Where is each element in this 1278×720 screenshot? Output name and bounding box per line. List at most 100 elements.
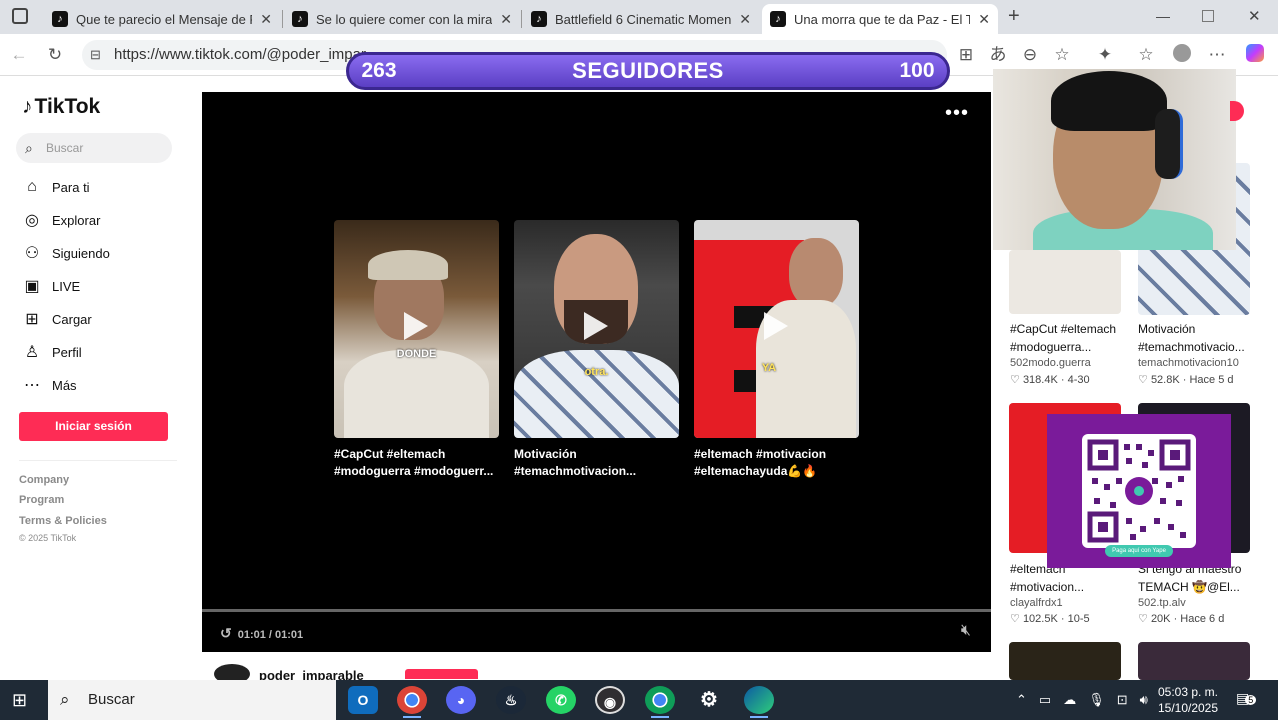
nav-label: Explorar <box>52 212 101 228</box>
browser-tab-strip: ♪ Que te parecio el Mensaje de Fra ✕ ♪ S… <box>0 0 1278 34</box>
cap-figure <box>368 250 448 280</box>
minimize-icon[interactable]: — <box>1156 8 1170 24</box>
tiktok-favicon-icon: ♪ <box>531 11 547 27</box>
microphone-icon[interactable]: 🎙︎ <box>1088 692 1105 708</box>
replay-icon[interactable]: ↺ <box>220 625 232 641</box>
favorites-icon[interactable]: ☆ <box>1135 44 1157 66</box>
nav-label: Más <box>52 377 77 393</box>
show-hidden-icons-icon[interactable]: ⌃ <box>1016 692 1027 708</box>
close-tab-icon[interactable]: ✕ <box>500 11 512 28</box>
chrome-profile-icon[interactable] <box>645 686 675 718</box>
profile-avatar-icon[interactable] <box>1171 44 1193 66</box>
post-date: 4-30 <box>1067 374 1090 386</box>
likes-count: 102.5K <box>1022 613 1058 625</box>
shirt-figure <box>344 350 489 438</box>
back-icon[interactable]: ← <box>8 44 30 66</box>
copilot-icon[interactable] <box>1244 44 1266 66</box>
new-tab-icon[interactable]: + <box>1008 5 1020 28</box>
nav-explorar[interactable]: ◎ Explorar <box>22 208 100 232</box>
related-video-title[interactable]: #CapCut #eltemach #modoguerra... <box>1010 320 1130 356</box>
qr-code <box>1082 434 1196 548</box>
nav-mas[interactable]: ⋯ Más <box>22 373 77 397</box>
tab-0[interactable]: ♪ Que te parecio el Mensaje de Fra ✕ <box>44 4 280 34</box>
suggested-video-thumbnail[interactable]: otra. <box>514 220 679 438</box>
related-video-author[interactable]: 502.tp.alv <box>1138 597 1186 609</box>
suggested-video-thumbnail[interactable]: DONDE <box>334 220 499 438</box>
network-icon[interactable]: ⊡ <box>1117 692 1128 708</box>
notifications-icon[interactable]: ▤5 <box>1236 690 1257 707</box>
obs-icon[interactable]: ◉ <box>595 686 625 714</box>
translate-icon[interactable]: あ <box>987 44 1009 66</box>
tab-1[interactable]: ♪ Se lo quiere comer con la mirada ✕ <box>284 4 520 34</box>
chrome-icon[interactable] <box>397 686 427 718</box>
apps-icon[interactable]: ⊞ <box>955 44 977 66</box>
tiktok-logo[interactable]: ♪TikTok <box>22 95 100 119</box>
related-video-thumbnail[interactable] <box>1009 642 1121 680</box>
video-player[interactable]: ••• DONDE #CapCut #eltemach #modoguerra … <box>202 92 991 652</box>
close-window-icon[interactable]: ✕ <box>1248 7 1261 25</box>
edge-icon[interactable] <box>744 686 774 718</box>
likes-count: 318.4K <box>1022 374 1058 386</box>
footer-company-link[interactable]: Company <box>19 474 69 486</box>
settings-gear-icon[interactable]: ⚙ <box>694 686 724 714</box>
home-icon: ⌂ <box>27 178 37 195</box>
suggested-video-title[interactable]: #eltemach #motivacion #eltemachayuda💪🔥 <box>694 446 864 480</box>
battery-icon[interactable]: ▭ <box>1039 692 1051 708</box>
suggested-video-title[interactable]: #CapCut #eltemach #modoguerra #modoguerr… <box>334 446 504 480</box>
login-button[interactable]: Iniciar sesión <box>19 412 168 441</box>
reload-icon[interactable]: ↻ <box>44 44 66 66</box>
footer-terms-link[interactable]: Terms & Policies <box>19 515 107 527</box>
footer-program-link[interactable]: Program <box>19 494 64 506</box>
close-tab-icon[interactable]: ✕ <box>260 11 272 28</box>
steam-icon[interactable]: ♨ <box>496 686 526 714</box>
thumbnail-caption: otra. <box>584 366 609 378</box>
restore-icon[interactable] <box>1202 10 1214 22</box>
heart-icon: ♡ <box>1138 374 1148 386</box>
follow-button[interactable] <box>405 669 478 679</box>
related-video-thumbnail[interactable] <box>1009 250 1121 314</box>
nav-siguiendo[interactable]: ⚇ Siguiendo <box>22 241 110 265</box>
tab-2[interactable]: ♪ Battlefield 6 Cinematic Moments ✕ <box>523 4 759 34</box>
play-icon <box>404 312 428 340</box>
suggested-video-title[interactable]: Motivación #temachmotivacion... <box>514 446 684 480</box>
taskbar-search-input[interactable]: ⌕ Buscar <box>48 680 336 720</box>
whatsapp-icon[interactable]: ✆ <box>546 686 576 714</box>
nav-live[interactable]: ▣ LIVE <box>22 274 80 298</box>
volume-muted-icon[interactable]: 🔇︎ <box>961 622 971 640</box>
windows-taskbar: ⊞ ⌕ Buscar O ◕ ♨ ✆ ◉ ⚙ ⌃ ▭ ☁ 🎙︎ ⊡ 🔊︎ 05:… <box>0 680 1278 720</box>
favorite-star-icon[interactable]: ☆ <box>1051 44 1073 66</box>
nav-label: Cargar <box>52 311 92 327</box>
nav-para-ti[interactable]: ⌂ Para ti <box>22 175 90 199</box>
related-video-author[interactable]: 502modo.guerra <box>1010 357 1091 369</box>
nav-label: Para ti <box>52 179 90 195</box>
tab-3-active[interactable]: ♪ Una morra que te da Paz - El Tem ✕ <box>762 4 998 34</box>
nav-perfil[interactable]: ♙ Perfil <box>22 340 82 364</box>
tab-actions-icon[interactable] <box>12 8 28 24</box>
related-video-author[interactable]: temachmotivacion10 <box>1138 357 1239 369</box>
cloud-icon[interactable]: ☁ <box>1063 692 1076 708</box>
zoom-icon[interactable]: ⊖ <box>1019 44 1041 66</box>
site-info-icon[interactable]: ⊟ <box>90 40 101 70</box>
settings-menu-icon[interactable]: ⋯ <box>1206 44 1228 66</box>
close-tab-icon[interactable]: ✕ <box>739 11 751 28</box>
extensions-icon[interactable]: ✦ <box>1094 44 1116 66</box>
progress-bar[interactable] <box>202 609 991 612</box>
suggested-video-thumbnail[interactable]: YA <box>694 220 859 438</box>
notification-count: 5 <box>1245 695 1257 705</box>
volume-icon[interactable]: 🔊︎ <box>1140 692 1148 708</box>
outlook-icon[interactable]: O <box>348 686 378 714</box>
nav-cargar[interactable]: ⊞ Cargar <box>22 307 92 331</box>
discord-icon[interactable]: ◕ <box>446 686 476 714</box>
followers-current: 263 <box>361 59 397 82</box>
taskbar-clock[interactable]: 05:03 p. m. 15/10/2025 <box>1152 684 1224 716</box>
related-video-title[interactable]: Motivación #temachmotivacio... <box>1138 320 1258 356</box>
search-input[interactable]: ⌕ Buscar <box>16 133 172 163</box>
related-video-stats: ♡ 102.5K · 10-5 <box>1010 613 1090 625</box>
tiktok-note-icon: ♪ <box>22 95 33 118</box>
related-video-author[interactable]: clayalfrdx1 <box>1010 597 1063 609</box>
related-video-thumbnail[interactable] <box>1138 642 1250 680</box>
close-tab-icon[interactable]: ✕ <box>978 11 990 28</box>
more-options-icon[interactable]: ••• <box>945 102 969 125</box>
playback-time: ↺ 01:01 / 01:01 <box>220 625 303 642</box>
windows-start-icon[interactable]: ⊞ <box>12 690 27 711</box>
